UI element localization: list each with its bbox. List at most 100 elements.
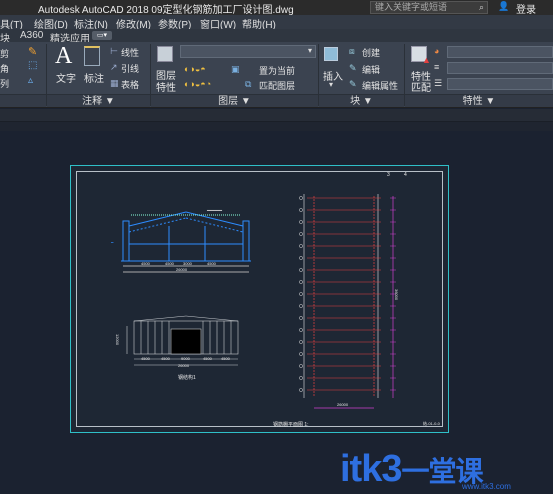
top-mark-3: 3 — [387, 172, 390, 178]
table-label[interactable]: 表格 — [121, 78, 139, 91]
top-mark-4: 4 — [404, 172, 407, 178]
elevation-dim-4500-c: 4500 — [207, 261, 216, 266]
elevation-roof-right — [185, 315, 239, 322]
plan-axis-bubble — [299, 340, 303, 344]
chevron-down-icon: ▾ — [307, 46, 312, 55]
annotation-panel-bar[interactable]: 注释 ▼ — [47, 94, 150, 107]
door-opening — [170, 328, 202, 355]
ribbon-toggle-icon[interactable]: ▭▾ — [92, 31, 112, 40]
color-dropdown[interactable] — [447, 46, 553, 58]
layers-panel-bar[interactable]: 图层 ▼ — [151, 94, 318, 107]
linetype-icon[interactable]: ☰ — [434, 78, 442, 89]
pencil-icon[interactable]: ✎ — [28, 45, 37, 58]
frame-column-right — [242, 220, 250, 262]
user-icon[interactable]: 👤 — [498, 1, 509, 12]
create-block-label[interactable]: 创建 — [362, 46, 380, 59]
plan-title: 钢筋棚平面图 1: — [273, 422, 309, 428]
fillet-label[interactable]: 角 — [0, 62, 9, 75]
layer-dropdown[interactable]: ▾ — [180, 45, 316, 58]
facade-dim-4500-c: 4500 — [203, 356, 212, 361]
title-bar: Autodesk AutoCAD 2018 09定型化钢筋加工厂设计图.dwg … — [0, 0, 553, 16]
create-block-icon[interactable]: ⧈ — [349, 46, 355, 57]
plan-axis-bubble — [299, 196, 303, 200]
layer-tools-icon[interactable]: ▣ — [231, 64, 240, 75]
brush-icon: ▲ — [422, 55, 431, 65]
plan-axis-bubble — [299, 256, 303, 260]
roof-beam-left — [128, 211, 187, 227]
roof-truss-right — [185, 217, 244, 233]
elevation-annotation: ━━━━━ — [206, 208, 223, 214]
color-wheel-icon[interactable]: ◕ — [434, 46, 439, 56]
linear-icon[interactable]: ⊢ — [110, 46, 118, 57]
lineweight-icon[interactable]: ≡ — [434, 62, 439, 72]
edit-attributes-label[interactable]: 编辑属性 — [362, 79, 398, 92]
block-panel-bar[interactable]: 块 ▼ — [319, 94, 404, 107]
menu-bar: 具(T) 绘图(D) 标注(N) 修改(M) 参数(P) 窗口(W) 帮助(H) — [0, 15, 553, 31]
facade-dim-26000: 26000 — [178, 363, 190, 368]
plan-grid — [303, 194, 394, 409]
layer-properties-icon[interactable] — [157, 46, 173, 62]
linear-label[interactable]: 线性 — [121, 46, 139, 59]
roof-truss-left — [128, 217, 187, 233]
watermark-url: www.itk3.com — [462, 482, 511, 491]
plan-dim-36000: 36000 — [394, 289, 399, 301]
elevation-dim-4500-a: 4500 — [141, 261, 150, 266]
sheet-number: 结-01-0-0 — [423, 421, 440, 426]
plan-axis-bubble — [299, 268, 303, 272]
plan-axis-bubble — [299, 364, 303, 368]
login-link[interactable]: 登录 — [516, 1, 536, 16]
facade-dim-4500-b: 4500 — [161, 356, 170, 361]
match-properties-label-2[interactable]: 匹配 — [411, 79, 431, 94]
window-title: Autodesk AutoCAD 2018 09定型化钢筋加工厂设计图.dwg — [38, 5, 294, 16]
linetype-dropdown[interactable] — [447, 78, 553, 90]
dimension-button-label[interactable]: 标注 — [84, 70, 104, 85]
layer-properties-label-2[interactable]: 特性 — [156, 79, 176, 94]
paper-layout[interactable]: ━━━━━ ━ 3 4 4500 4500 3000 4500 26000 12… — [70, 165, 449, 433]
search-icon[interactable]: ⌕ — [479, 2, 484, 13]
layer-toggle-icon[interactable]: ◐◑◒◓◔ — [184, 79, 211, 89]
table-icon[interactable]: ▦ — [110, 78, 119, 89]
search-input[interactable]: 键入关键字或短语 ⌕ — [370, 1, 488, 14]
stretch-icon[interactable]: ⬚ — [28, 60, 37, 71]
edit-block-label[interactable]: 编辑 — [362, 63, 380, 76]
plan-axis-bubble — [299, 292, 303, 296]
dimension-icon[interactable] — [84, 46, 100, 66]
properties-panel-bar[interactable]: 特性 ▼ — [405, 94, 553, 107]
plan-axis-bubble — [299, 280, 303, 284]
tab-a360[interactable]: A360 — [20, 30, 43, 41]
elevation-dim-4500-b: 4500 — [165, 261, 174, 266]
array-label[interactable]: 列 — [0, 77, 9, 90]
plan-axis-bubble — [299, 208, 303, 212]
facade-dim-9000: 9000 — [181, 356, 190, 361]
match-layer-icon[interactable]: ⧉ — [245, 79, 251, 90]
frame-column-left — [122, 220, 130, 262]
leader-label[interactable]: 引线 — [121, 62, 139, 75]
plan-axis-bubble — [299, 316, 303, 320]
search-placeholder: 键入关键字或短语 — [375, 2, 448, 12]
elevation-roof-left — [133, 315, 187, 322]
insert-dropdown-icon[interactable]: ▾ — [329, 80, 333, 89]
elevation-side-dim: ━ — [110, 240, 114, 245]
watermark-text: itk3 — [340, 448, 402, 490]
layer-state-icon[interactable]: ◐◑◒◓ — [184, 64, 206, 74]
ribbon-tabs: 块 A360 精选应用 ▭▾ — [0, 29, 553, 45]
text-button-label[interactable]: 文字 — [56, 70, 76, 85]
ribbon-panel: 剪 角 列 ✎ ⬚ ▵ A 文字 标注 ⊢ 线性 ↗ 引线 ▦ 表格 图层 特性… — [0, 42, 553, 108]
match-layer-label[interactable]: 匹配图层 — [259, 79, 295, 92]
trim-label[interactable]: 剪 — [0, 47, 9, 60]
insert-block-icon[interactable] — [324, 47, 338, 61]
viewport-header — [0, 122, 553, 131]
elevation-dim-3000: 3000 — [183, 261, 192, 266]
plan-axis-bubble — [299, 388, 303, 392]
offset-icon[interactable]: ▵ — [28, 75, 33, 86]
set-current-label[interactable]: 置为当前 — [259, 64, 295, 77]
facade-dim-4500-d: 4500 — [221, 356, 230, 361]
text-icon[interactable]: A — [55, 43, 72, 70]
edit-attributes-icon[interactable]: ✎ — [349, 79, 357, 90]
edit-block-icon[interactable]: ✎ — [349, 63, 357, 74]
lineweight-dropdown[interactable] — [447, 62, 553, 74]
leader-icon[interactable]: ↗ — [110, 62, 118, 73]
modify-panel-bar[interactable] — [0, 94, 46, 107]
plan-axis-bubble — [299, 244, 303, 248]
plan-axis-bubble — [299, 328, 303, 332]
